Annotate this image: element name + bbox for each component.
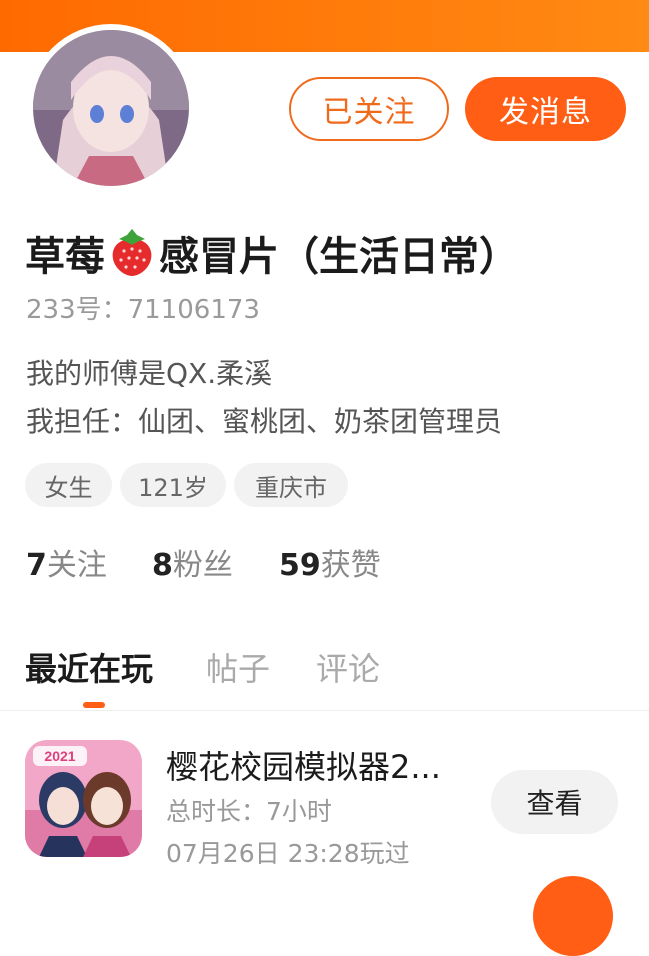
avatar-image: [33, 30, 189, 186]
game-icon[interactable]: 2021: [25, 740, 142, 857]
bio-line: 我担任：仙团、蜜桃团、奶茶团管理员: [26, 405, 503, 438]
following-label: 关注: [46, 548, 107, 583]
message-button[interactable]: 发消息: [465, 77, 626, 141]
game-icon-badge: 2021: [44, 748, 75, 764]
stat-following[interactable]: 7关注: [26, 540, 107, 584]
follow-button-label: 已关注: [322, 95, 416, 130]
tab-indicator: [83, 702, 105, 708]
following-count: 7: [26, 548, 47, 583]
avatar[interactable]: [33, 30, 189, 186]
strawberry-icon: [112, 229, 152, 276]
game-last-played: 07月26日 23:28玩过: [166, 839, 410, 868]
game-title[interactable]: 樱花校园模拟器2...: [166, 742, 441, 788]
follow-button[interactable]: 已关注: [289, 77, 449, 141]
likes-label: 获赞: [320, 548, 381, 583]
tag-city: 重庆市: [234, 463, 348, 507]
game-playtime: 总时长：7小时: [166, 797, 332, 826]
fans-label: 粉丝: [172, 548, 233, 583]
tag-gender: 女生: [25, 463, 112, 507]
view-game-button[interactable]: 查看: [491, 770, 618, 834]
message-button-label: 发消息: [499, 95, 592, 130]
tab-comments[interactable]: 评论: [316, 644, 380, 690]
stat-fans[interactable]: 8粉丝: [152, 540, 233, 584]
tag-age: 121岁: [120, 463, 226, 507]
tab-bar: 最近在玩 帖子 评论: [0, 640, 649, 711]
stat-likes[interactable]: 59获赞: [279, 540, 381, 584]
profile-name: 草莓 感冒片（生活日常）: [25, 224, 519, 282]
profile-name-part2: 感冒片（生活日常）: [159, 234, 519, 280]
fans-count: 8: [152, 548, 173, 583]
view-game-label: 查看: [526, 787, 583, 820]
tab-recent[interactable]: 最近在玩: [25, 644, 153, 690]
profile-name-part1: 草莓: [25, 234, 105, 280]
floating-action-button[interactable]: [533, 876, 613, 956]
user-id: 233号：71106173: [26, 295, 260, 325]
bio-line: 我的师傅是QX.柔溪: [26, 357, 273, 390]
likes-count: 59: [279, 548, 321, 583]
sakura-game-icon: 2021: [25, 740, 142, 857]
tab-posts[interactable]: 帖子: [206, 644, 270, 690]
